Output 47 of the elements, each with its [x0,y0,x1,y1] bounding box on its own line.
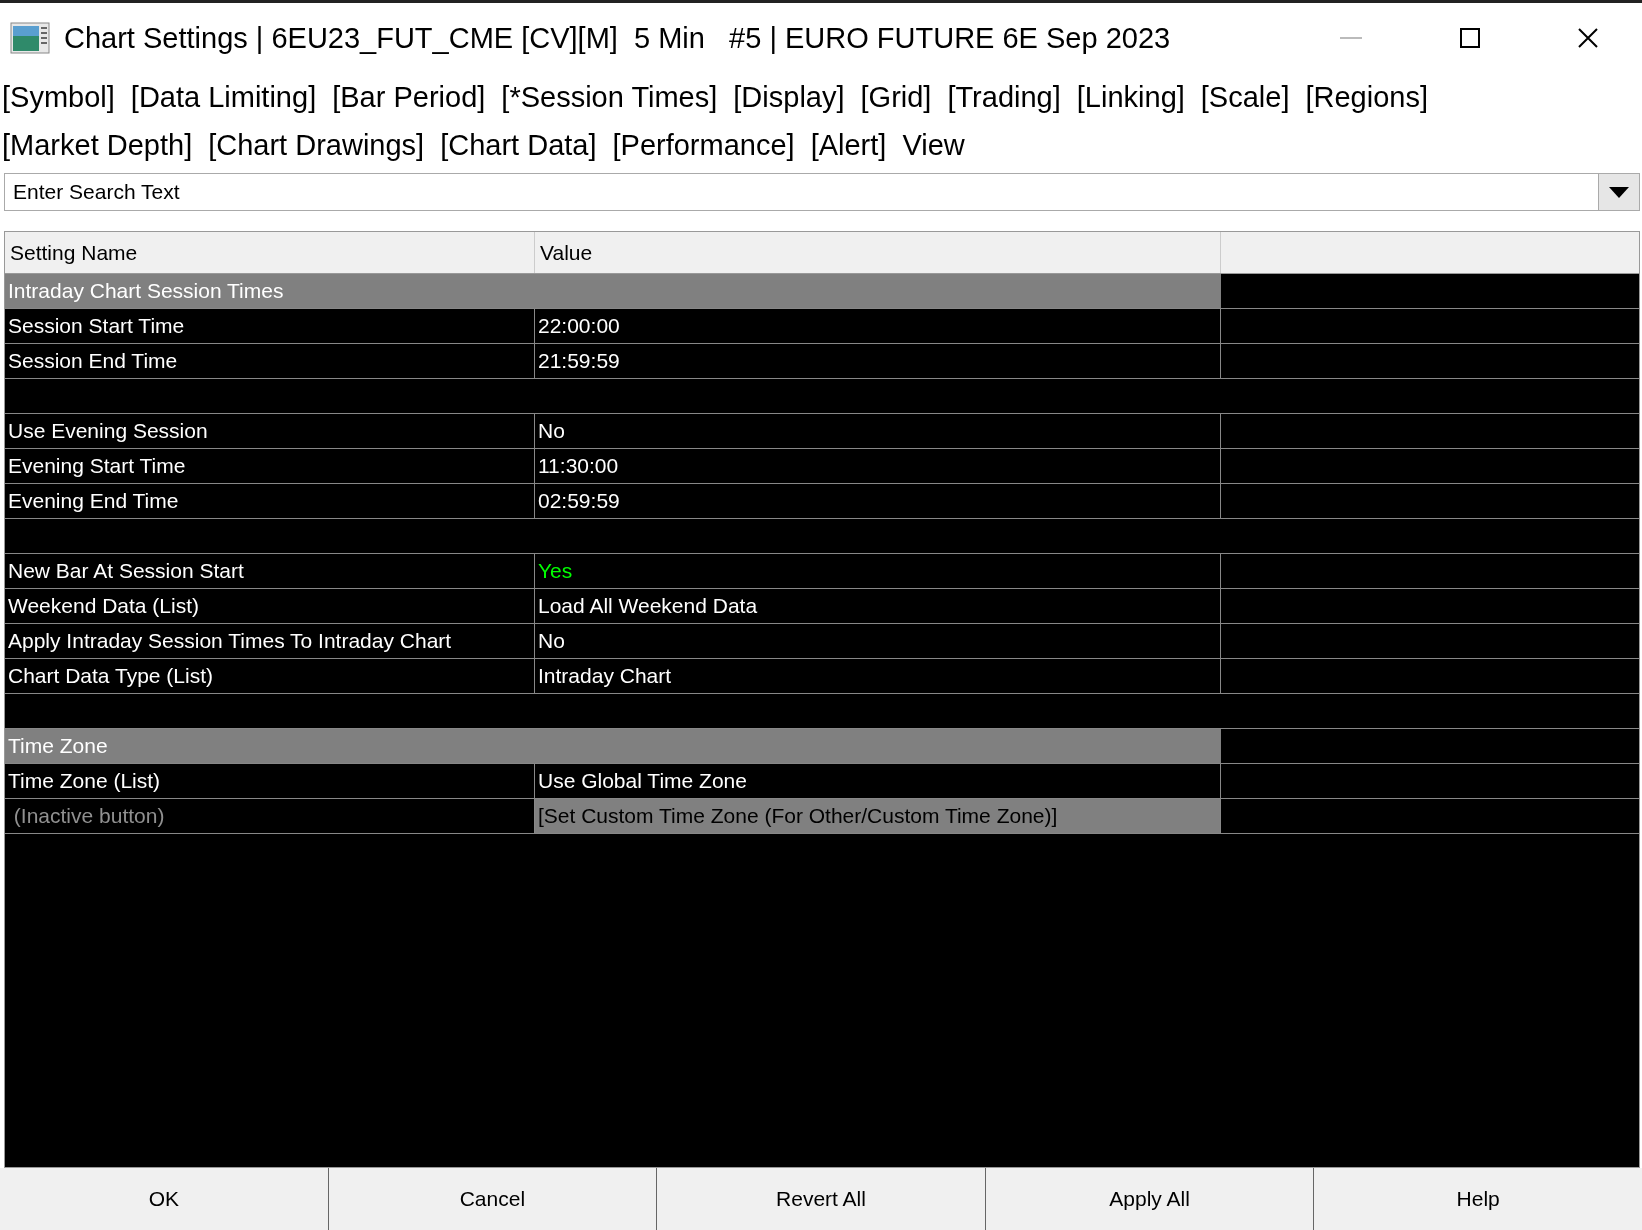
setting-value[interactable]: No [538,629,565,653]
settings-tab[interactable]: [Bar Period] [332,80,486,114]
settings-tab[interactable]: [Performance] [612,128,795,162]
setting-value[interactable]: No [538,419,565,443]
close-icon[interactable] [1578,28,1598,48]
setting-name: Use Evening Session [5,414,535,448]
setting-value[interactable]: Intraday Chart [538,664,672,688]
settings-tab[interactable]: [Linking] [1076,80,1185,114]
settings-tab[interactable]: [Data Limiting] [130,80,317,114]
setting-value[interactable]: 02:59:59 [538,489,620,513]
section-header: Time Zone [5,729,1221,763]
column-header[interactable]: Value [535,232,1221,273]
setting-name: Apply Intraday Session Times To Intraday Chart [5,624,535,658]
setting-name: Session Start Time [5,309,535,343]
settings-tab[interactable]: [*Session Times] [501,80,718,114]
setting-value[interactable]: Use Global Time Zone [538,769,747,793]
setting-name: Evening End Time [5,484,535,518]
settings-tab[interactable]: [Regions] [1305,80,1428,114]
setting-name: Weekend Data (List) [5,589,535,623]
settings-tab[interactable]: [Grid] [860,80,932,114]
setting-value[interactable]: 21:59:59 [538,349,620,373]
search-field[interactable]: Enter Search Text [4,173,1598,211]
settings-tab[interactable]: [Symbol] [2,80,115,114]
maximize-icon[interactable] [1460,28,1480,48]
window-title: Chart Settings | 6EU23_FUT_CME [CV][M] 5 Min #5 | EURO FUTURE 6E Sep 2023 [64,21,1171,55]
setting-value[interactable]: Load All Weekend Data [538,594,758,618]
dropdown-button[interactable] [1598,173,1640,211]
setting-name: New Bar At Session Start [5,554,535,588]
settings-tab[interactable]: [Chart Drawings] [208,128,425,162]
setting-name: Session End Time [5,344,535,378]
settings-tab[interactable]: [Display] [733,80,845,114]
settings-tab[interactable]: [Trading] [947,80,1061,114]
section-header: Intraday Chart Session Times [5,274,1221,308]
settings-tab[interactable]: [Market Depth] [2,128,193,162]
caret-icon [1609,186,1629,198]
setting-value[interactable]: 22:00:00 [538,314,620,338]
settings-tab[interactable]: [Scale] [1200,80,1290,114]
setting-name: Chart Data Type (List) [5,659,535,693]
settings-tab[interactable]: [Chart Data] [440,128,597,162]
setting-name: Evening Start Time [5,449,535,483]
setting-value[interactable]: 11:30:00 [538,454,619,478]
column-header[interactable]: Setting Name [5,232,535,273]
setting-name: Time Zone (List) [5,764,535,798]
setting-value[interactable]: Yes [538,559,573,583]
settings-tab[interactable]: View [902,128,965,162]
settings-tab[interactable]: [Alert] [810,128,887,162]
chart-window-icon [10,22,50,54]
